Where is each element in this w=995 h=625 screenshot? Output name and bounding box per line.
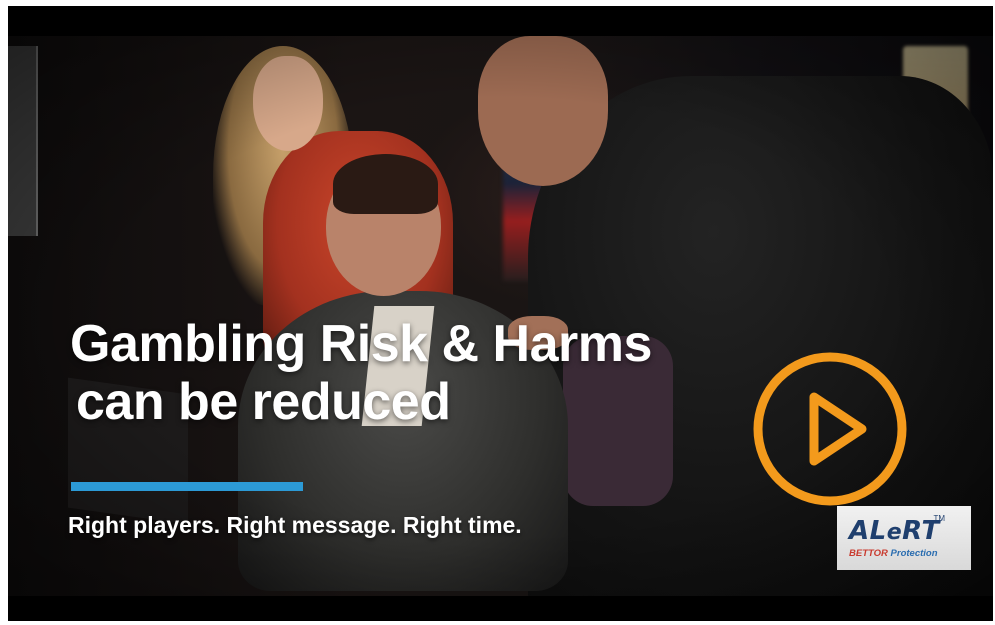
headline-line-2: can be reduced — [76, 373, 451, 431]
play-icon — [753, 352, 907, 506]
logo-wordmark: ALeRT — [849, 515, 940, 546]
tagline: Right players. Right message. Right time… — [68, 512, 522, 538]
alert-logo: ALeRT TM BETTOR Protection — [837, 506, 971, 570]
logo-trademark: TM — [933, 514, 945, 523]
logo-subtitle: BETTOR Protection — [849, 547, 938, 559]
play-button[interactable] — [752, 351, 908, 507]
headline-line-1: Gambling Risk & Harms — [70, 315, 652, 373]
accent-bar — [71, 482, 303, 491]
video-player[interactable]: Gambling Risk & Harms can be reduced Rig… — [8, 6, 993, 621]
video-headline: Gambling Risk & Harms can be reduced — [70, 315, 652, 431]
